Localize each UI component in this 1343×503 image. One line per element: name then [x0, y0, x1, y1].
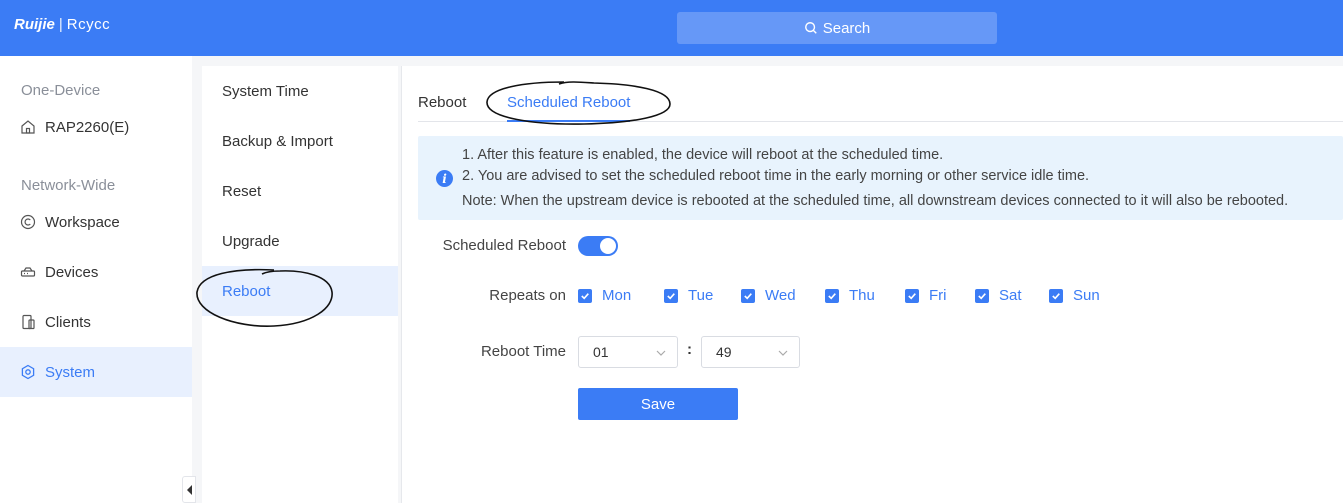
chevron-down-icon [778, 350, 788, 356]
logo-brand: Ruijie [14, 16, 55, 33]
nav-item-devices[interactable]: Devices [0, 247, 192, 297]
copyright-circle-icon [20, 214, 36, 230]
day-checkbox-wed[interactable]: Wed [741, 287, 796, 304]
day-checkbox-sat[interactable]: Sat [975, 287, 1022, 304]
main-content: Reboot Scheduled Reboot i 1. After this … [402, 66, 1343, 503]
checkbox-checked-icon [578, 288, 592, 303]
info-note: Note: When the upstream device is reboot… [462, 193, 1289, 209]
day-label: Sun [1073, 287, 1100, 304]
logo-product: Rcycc [66, 16, 111, 33]
home-icon [21, 120, 35, 134]
tab-bar: Reboot Scheduled Reboot [418, 88, 1343, 122]
hexagon-gear-icon [21, 364, 35, 380]
day-checkbox-mon[interactable]: Mon [578, 287, 631, 304]
collapse-nav-button[interactable] [182, 476, 196, 503]
save-button[interactable]: Save [578, 388, 738, 420]
day-checkbox-tue[interactable]: Tue [664, 287, 713, 304]
checkbox-checked-icon [1049, 288, 1063, 303]
info-line-2: 2. You are advised to set the scheduled … [462, 168, 1090, 184]
submenu-upgrade[interactable]: Upgrade [202, 216, 398, 266]
phone-icon [22, 314, 35, 330]
nav-item-system-label: System [45, 363, 96, 381]
reboot-time-label: Reboot Time [480, 343, 566, 360]
nav-item-devices-label: Devices [45, 263, 99, 281]
tab-scheduled-reboot[interactable]: Scheduled Reboot [507, 94, 631, 122]
hour-value: 01 [593, 344, 609, 360]
checkbox-checked-icon [825, 288, 839, 303]
caret-left-icon [186, 484, 192, 495]
day-label: Mon [602, 287, 632, 304]
submenu-system-time[interactable]: System Time [202, 66, 398, 116]
chevron-down-icon [656, 350, 666, 356]
logo-separator: | [58, 16, 63, 33]
hour-select[interactable]: 01 [578, 336, 678, 368]
checkbox-checked-icon [905, 288, 919, 303]
nav-item-clients-label: Clients [45, 313, 91, 331]
scheduled-reboot-label: Scheduled Reboot [442, 237, 566, 254]
day-label: Wed [765, 287, 796, 304]
info-banner: i 1. After this feature is enabled, the … [418, 136, 1343, 220]
nav-item-device[interactable]: RAP2260(E) [0, 102, 192, 152]
search-label: Search [822, 19, 871, 37]
search-bar[interactable]: Search [677, 12, 997, 44]
repeats-on-label: Repeats on [489, 287, 566, 304]
nav-item-workspace[interactable]: Workspace [0, 197, 192, 247]
day-label: Fri [929, 287, 947, 304]
scheduled-reboot-toggle[interactable] [578, 236, 618, 256]
time-separator: : [687, 341, 692, 358]
nav-item-clients[interactable]: Clients [0, 297, 192, 347]
left-nav: One-Device RAP2260(E) Network-Wide Works… [0, 56, 192, 503]
brand-logo[interactable]: Ruijie | Rcycc [14, 16, 110, 33]
submenu-reset[interactable]: Reset [202, 166, 398, 216]
nav-item-workspace-label: Workspace [45, 213, 120, 231]
day-label: Sat [999, 287, 1022, 304]
router-icon [20, 267, 36, 277]
day-label: Thu [849, 287, 875, 304]
minute-select[interactable]: 49 [701, 336, 800, 368]
section-one-device: One-Device [21, 82, 101, 99]
day-checkbox-sun[interactable]: Sun [1049, 287, 1100, 304]
top-bar: Ruijie | Rcycc Search [0, 0, 1343, 56]
submenu-reboot[interactable]: Reboot [202, 266, 398, 316]
toggle-knob [600, 238, 616, 254]
submenu-backup-import[interactable]: Backup & Import [202, 116, 398, 166]
system-submenu: System Time Backup & Import Reset Upgrad… [202, 66, 398, 503]
section-network-wide: Network-Wide [21, 177, 116, 194]
checkbox-checked-icon [664, 288, 678, 303]
day-label: Tue [688, 287, 714, 304]
checkbox-checked-icon [975, 288, 989, 303]
nav-item-system[interactable]: System [0, 347, 192, 397]
nav-item-device-label: RAP2260(E) [45, 118, 130, 136]
info-line-1: 1. After this feature is enabled, the de… [462, 147, 944, 163]
info-icon: i [436, 170, 453, 187]
minute-value: 49 [716, 344, 732, 360]
day-checkbox-fri[interactable]: Fri [905, 287, 947, 304]
checkbox-checked-icon [741, 288, 755, 303]
day-checkbox-thu[interactable]: Thu [825, 287, 875, 304]
tab-reboot[interactable]: Reboot [418, 94, 466, 122]
search-icon [804, 22, 817, 34]
